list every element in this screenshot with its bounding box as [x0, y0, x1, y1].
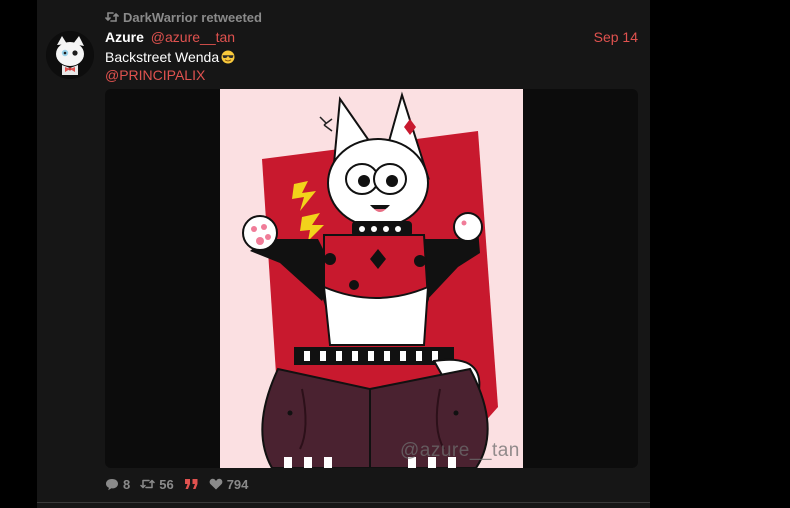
page: DarkWarrior retweeted Azure @azure__tan …	[0, 0, 790, 508]
reply-count: 8	[123, 476, 131, 492]
retweet-context[interactable]: DarkWarrior retweeted	[105, 9, 262, 25]
sunglasses-emoji	[221, 50, 235, 64]
media-watermark: @azure__tan	[400, 440, 520, 461]
user-handle[interactable]: @azure__tan	[151, 29, 235, 45]
reply-icon	[106, 478, 118, 490]
retweet-count: 56	[159, 476, 174, 492]
media-container[interactable]: @azure__tan	[105, 89, 638, 468]
tweet-body: Backstreet Wenda	[105, 49, 220, 65]
like-count: 794	[226, 476, 249, 492]
tweet-text: Backstreet Wenda	[105, 48, 625, 66]
retweet-icon	[105, 12, 119, 22]
tweet-timestamp[interactable]: Sep 14	[594, 28, 638, 46]
fan-art-illustration	[220, 89, 523, 468]
quote-icon	[184, 479, 198, 489]
reply-action[interactable]: 8	[105, 477, 130, 492]
like-action[interactable]: 794	[209, 476, 249, 492]
avatar-cat-icon	[46, 31, 94, 79]
media-image[interactable]: @azure__tan	[220, 89, 523, 468]
tweet-divider	[37, 502, 650, 503]
retweet-icon	[140, 479, 155, 489]
display-name[interactable]: Azure	[105, 29, 144, 45]
tweet-header: Azure @azure__tan Sep 14	[105, 28, 638, 46]
mention-link[interactable]: @PRINCIPALIX	[105, 66, 205, 84]
heart-icon	[209, 478, 223, 490]
retweet-context-label: DarkWarrior retweeted	[123, 9, 262, 25]
quote-action[interactable]	[184, 478, 199, 490]
tweet-actions: 8 56 794	[105, 476, 258, 492]
retweet-action[interactable]: 56	[140, 476, 174, 492]
avatar[interactable]	[46, 31, 94, 79]
